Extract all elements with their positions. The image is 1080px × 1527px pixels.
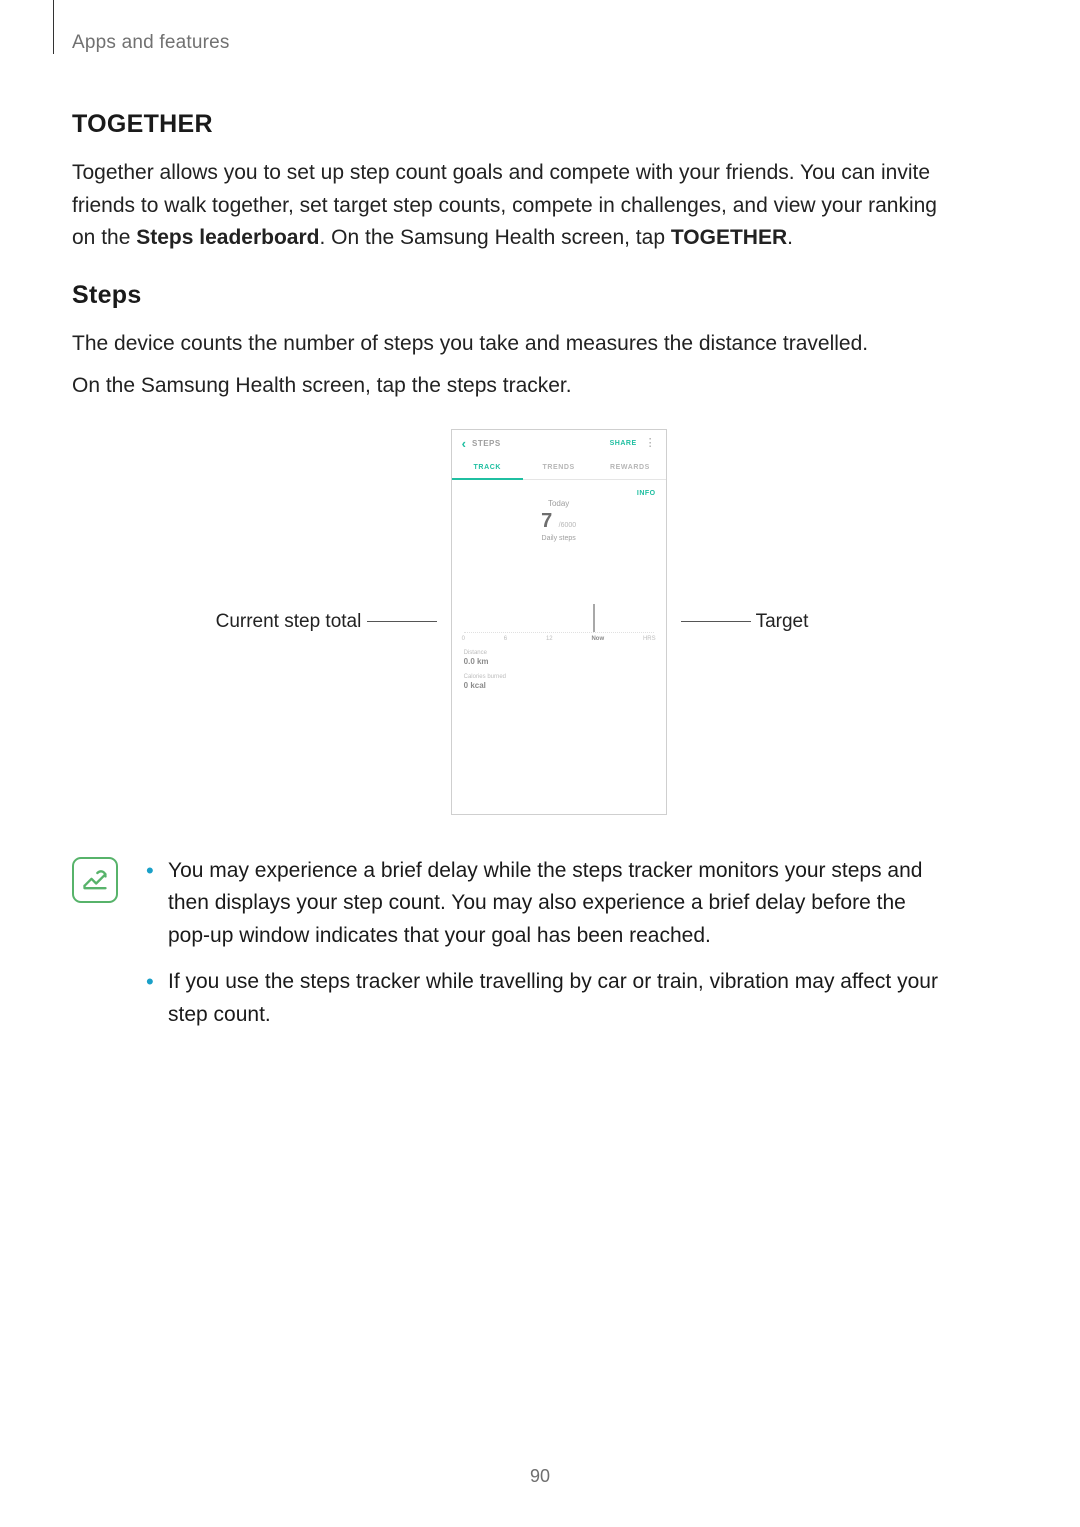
tick: 6 — [504, 636, 507, 642]
note-item: If you use the steps tracker while trave… — [146, 966, 952, 1031]
step-count-value: 7 — [541, 510, 552, 533]
tab-trends[interactable]: TRENDS — [523, 458, 594, 480]
steps-paragraph-1: The device counts the number of steps yo… — [72, 328, 952, 361]
callout-label: Target — [756, 611, 809, 632]
tab-track[interactable]: TRACK — [452, 458, 523, 480]
phone-header: ‹ STEPS SHARE ⋮ — [452, 430, 666, 458]
crop-mark — [53, 0, 54, 54]
step-count: 7 /6000 — [452, 510, 666, 533]
tick: 0 — [462, 636, 465, 642]
calories-value: 0 kcal — [464, 681, 654, 690]
tick-now: Now — [591, 636, 604, 642]
chart-ticks: 0 6 12 Now HRS — [452, 633, 666, 642]
callout-current-step-total: Current step total — [216, 611, 437, 633]
page-content: TOGETHER Together allows you to set up s… — [72, 100, 952, 1045]
note-item: You may experience a brief delay while t… — [146, 855, 952, 953]
text: . On the Samsung Health screen, tap — [319, 226, 670, 249]
breadcrumb: Apps and features — [72, 32, 230, 54]
step-count-target: /6000 — [559, 522, 577, 529]
phone-screenshot: ‹ STEPS SHARE ⋮ TRACK TRENDS REWARDS INF… — [451, 429, 667, 815]
distance-value: 0.0 km — [464, 657, 654, 666]
more-icon[interactable]: ⋮ — [645, 438, 656, 449]
today-label: Today — [452, 499, 666, 508]
page-number: 90 — [0, 1466, 1080, 1487]
info-button[interactable]: INFO — [452, 480, 666, 497]
calories-label: Calories burned — [464, 674, 654, 680]
distance-label: Distance — [464, 650, 654, 656]
text-strong: Steps leaderboard — [136, 226, 319, 249]
steps-paragraph-2: On the Samsung Health screen, tap the st… — [72, 370, 952, 403]
leader-line — [681, 621, 751, 622]
share-button[interactable]: SHARE — [610, 440, 637, 447]
leader-line — [367, 621, 437, 622]
phone-title: STEPS — [472, 439, 501, 448]
text-strong: TOGETHER — [671, 226, 787, 249]
together-paragraph: Together allows you to set up step count… — [72, 157, 952, 255]
steps-bar-chart — [464, 562, 654, 633]
tick-unit: HRS — [643, 636, 656, 642]
back-icon[interactable]: ‹ — [462, 436, 466, 451]
daily-steps-label: Daily steps — [452, 535, 666, 542]
phone-tabs: TRACK TRENDS REWARDS — [452, 458, 666, 480]
tab-rewards[interactable]: REWARDS — [594, 458, 665, 480]
heading-together: TOGETHER — [72, 110, 952, 139]
callout-target: Target — [681, 611, 809, 633]
note-list: You may experience a brief delay while t… — [146, 855, 952, 1046]
callout-label: Current step total — [216, 611, 362, 632]
tick: 12 — [546, 636, 553, 642]
heading-steps: Steps — [72, 281, 952, 310]
note-block: You may experience a brief delay while t… — [72, 855, 952, 1046]
distance-stat: Distance 0.0 km — [452, 642, 666, 666]
calories-stat: Calories burned 0 kcal — [452, 666, 666, 690]
note-icon — [72, 857, 118, 903]
chart-bar — [593, 604, 595, 632]
text: . — [787, 226, 793, 249]
steps-figure: Current step total ‹ STEPS SHARE ⋮ TRACK… — [72, 429, 952, 815]
